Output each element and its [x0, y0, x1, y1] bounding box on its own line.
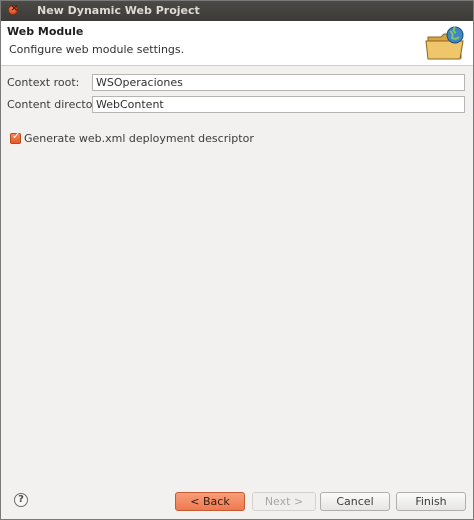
page-description: Configure web module settings.	[9, 43, 185, 56]
dialog-window: New Dynamic Web Project Web Module Confi…	[0, 0, 474, 520]
cancel-button[interactable]: Cancel	[320, 492, 390, 511]
wizard-header: Web Module Configure web module settings…	[1, 21, 473, 66]
page-title: Web Module	[7, 25, 84, 38]
folder-globe-icon	[425, 26, 464, 60]
content-directory-input[interactable]	[92, 96, 465, 113]
help-icon[interactable]: ?	[14, 493, 28, 507]
window-title: New Dynamic Web Project	[37, 4, 200, 17]
finish-button[interactable]: Finish	[396, 492, 466, 511]
context-root-label: Context root:	[7, 76, 80, 89]
context-root-input[interactable]	[92, 74, 465, 91]
generate-descriptor-checkbox[interactable]	[10, 131, 21, 144]
next-button[interactable]: Next >	[252, 492, 316, 511]
title-bar[interactable]: New Dynamic Web Project	[1, 1, 473, 21]
close-window-button[interactable]	[8, 3, 18, 15]
generate-descriptor-label[interactable]: Generate web.xml deployment descriptor	[24, 132, 254, 145]
back-button[interactable]: < Back	[175, 492, 245, 511]
